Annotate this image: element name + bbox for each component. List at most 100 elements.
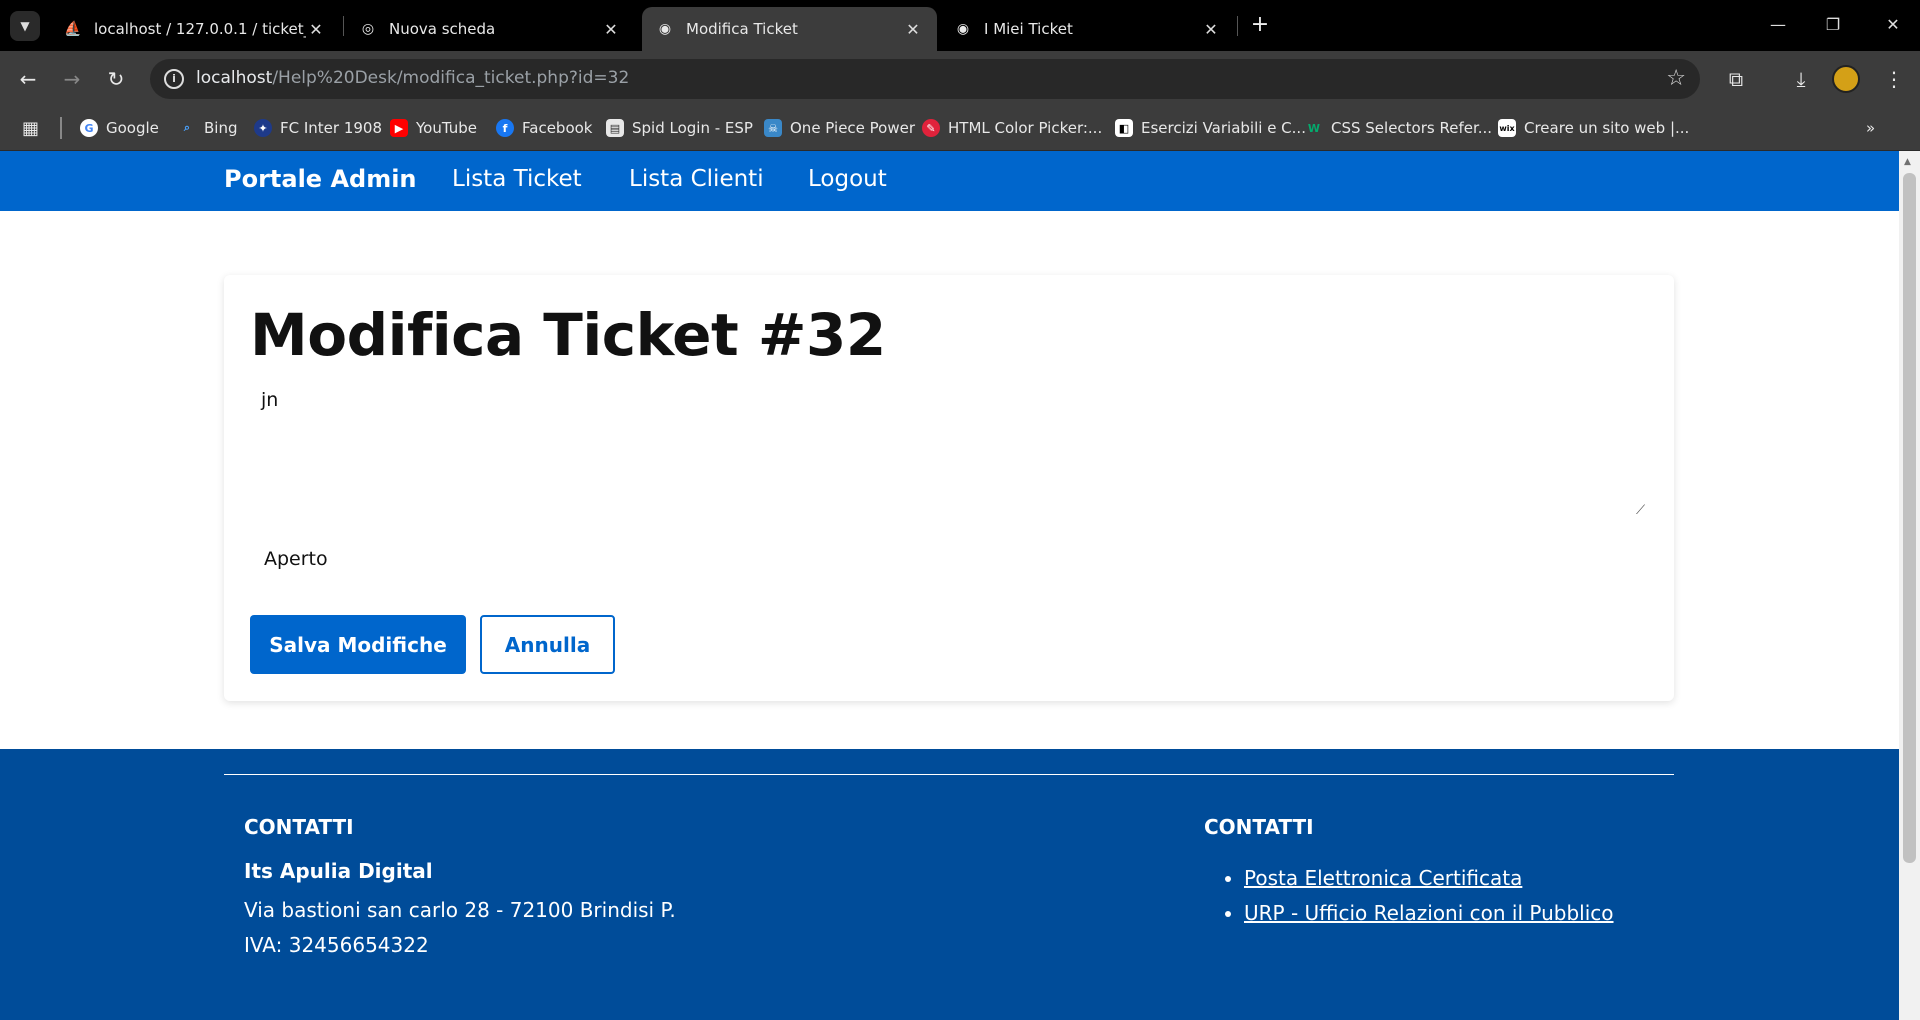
tab-divider xyxy=(1237,16,1238,36)
forward-button[interactable]: → xyxy=(56,63,88,95)
more-bookmarks-button[interactable]: » xyxy=(1866,117,1875,139)
facebook-icon: f xyxy=(496,119,514,137)
footer-org-name: Its Apulia Digital xyxy=(244,859,433,883)
site-navbar: Portale Admin Lista Ticket Lista Clienti… xyxy=(0,151,1899,211)
list-item: URP - Ufficio Relazioni con il Pubblico xyxy=(1244,896,1614,931)
apps-grid-icon: ▦ xyxy=(22,117,40,139)
resize-grip-icon[interactable]: ⟋ xyxy=(1636,503,1645,518)
downloads-button[interactable]: ⤓ xyxy=(1785,63,1817,95)
scrollbar-thumb[interactable] xyxy=(1903,173,1916,863)
url-host: localhost xyxy=(196,68,273,88)
nav-lista-clienti[interactable]: Lista Clienti xyxy=(629,166,764,192)
bookmark-facebook[interactable]: f Facebook xyxy=(496,117,592,139)
footer-divider xyxy=(224,774,1674,775)
bookmark-bing[interactable]: ⌕ Bing xyxy=(178,117,238,139)
close-tab-icon[interactable]: ✕ xyxy=(306,20,326,39)
puzzle-icon: ⧉ xyxy=(1728,67,1744,91)
brand-link[interactable]: Portale Admin xyxy=(224,165,417,193)
bookmark-inter[interactable]: ✦ FC Inter 1908 xyxy=(254,117,382,139)
address-bar[interactable]: i localhost/Help%20Desk/modifica_ticket.… xyxy=(150,59,1700,99)
bookmark-google[interactable]: G Google xyxy=(80,117,159,139)
restore-button[interactable]: ❐ xyxy=(1810,10,1856,40)
reload-button[interactable]: ↻ xyxy=(100,63,132,95)
bookmarks-bar: ▦ G Google ⌕ Bing ✦ FC Inter 1908 ▶ YouTube … xyxy=(0,105,1920,151)
apps-button[interactable]: ▦ xyxy=(22,117,39,139)
tab-miei-ticket[interactable]: ◉ I Miei Ticket ✕ xyxy=(940,7,1235,51)
footer-links-heading: CONTATTI xyxy=(1204,815,1314,839)
bookmark-youtube[interactable]: ▶ YouTube xyxy=(390,117,477,139)
bookmark-star-icon[interactable]: ☆ xyxy=(1666,66,1686,91)
minimize-icon: — xyxy=(1770,15,1786,34)
w3schools-icon: W xyxy=(1307,121,1321,135)
restore-icon: ❐ xyxy=(1825,15,1841,34)
bookmark-color-picker[interactable]: ✎ HTML Color Picker:... xyxy=(922,117,1102,139)
minimize-button[interactable]: — xyxy=(1755,10,1801,40)
save-button[interactable]: Salva Modifiche xyxy=(250,615,466,674)
close-window-button[interactable]: ✕ xyxy=(1870,10,1916,40)
arrow-right-icon: → xyxy=(63,67,81,91)
close-icon: ✕ xyxy=(1886,15,1900,34)
description-textarea[interactable]: jn xyxy=(249,385,1651,495)
pec-link[interactable]: Posta Elettronica Certificata xyxy=(1244,866,1522,890)
color-picker-icon: ✎ xyxy=(922,119,940,137)
bookmark-esercizi[interactable]: ◧ Esercizi Variabili e C... xyxy=(1115,117,1306,139)
page-scrollbar[interactable]: ▲ xyxy=(1899,151,1920,1020)
page-content: Portale Admin Lista Ticket Lista Clienti… xyxy=(0,151,1899,1020)
tab-new-tab[interactable]: ◎ Nuova scheda ✕ xyxy=(345,7,635,51)
chevron-double-right-icon: » xyxy=(1866,119,1876,137)
chevron-down-icon: ▼ xyxy=(20,19,30,33)
urp-link[interactable]: URP - Ufficio Relazioni con il Pubblico xyxy=(1244,901,1614,925)
chrome-icon: ◎ xyxy=(361,21,375,37)
bookmark-divider xyxy=(60,117,62,139)
inter-icon: ✦ xyxy=(254,119,272,137)
site-info-icon[interactable]: i xyxy=(164,69,184,89)
menu-button[interactable]: ⋮ xyxy=(1878,63,1910,95)
tab-modifica-ticket[interactable]: ◉ Modifica Ticket ✕ xyxy=(642,7,937,51)
download-icon: ⤓ xyxy=(1796,67,1806,91)
new-tab-button[interactable]: + xyxy=(1245,11,1275,41)
url-path: /Help%20Desk/modifica_ticket.php?id=32 xyxy=(272,68,630,88)
close-tab-icon[interactable]: ✕ xyxy=(601,20,621,39)
edit-ticket-card: Modifica Ticket #32 jn ⟋ Aperto Salva Mo… xyxy=(224,275,1674,701)
tab-phpmyadmin[interactable]: ⛵ localhost / 127.0.0.1 / ticket_ma ✕ xyxy=(50,7,340,51)
reload-icon: ↻ xyxy=(107,67,125,91)
wix-icon: wix xyxy=(1498,119,1516,137)
onepiece-icon: ☠ xyxy=(764,119,782,137)
bing-icon: ⌕ xyxy=(183,121,191,134)
list-item: Posta Elettronica Certificata xyxy=(1244,861,1614,896)
profile-avatar[interactable] xyxy=(1832,65,1860,93)
bookmark-css-selectors[interactable]: W CSS Selectors Refer... xyxy=(1305,117,1492,139)
extensions-button[interactable]: ⧉ xyxy=(1720,63,1752,95)
bookmark-wix[interactable]: wix Creare un sito web |... xyxy=(1498,117,1689,139)
footer-links-list: Posta Elettronica Certificata URP - Uffi… xyxy=(1220,861,1614,931)
nav-logout[interactable]: Logout xyxy=(808,166,887,192)
exercise-icon: ◧ xyxy=(1115,119,1133,137)
document-icon: ▤ xyxy=(606,119,624,137)
plus-icon: + xyxy=(1250,12,1270,37)
footer-contacts-heading: CONTATTI xyxy=(244,815,354,839)
footer-address: Via bastioni san carlo 28 - 72100 Brindi… xyxy=(244,898,676,957)
bookmark-onepiece[interactable]: ☠ One Piece Power xyxy=(764,117,915,139)
close-tab-icon[interactable]: ✕ xyxy=(903,20,923,39)
close-tab-icon[interactable]: ✕ xyxy=(1201,20,1221,39)
kebab-menu-icon: ⋮ xyxy=(1884,67,1904,91)
scroll-up-icon[interactable]: ▲ xyxy=(1904,157,1911,167)
status-select[interactable]: Aperto xyxy=(264,548,328,570)
bookmark-spid[interactable]: ▤ Spid Login - ESP xyxy=(606,117,753,139)
url-text[interactable]: localhost/Help%20Desk/modifica_ticket.ph… xyxy=(196,68,629,88)
phpmyadmin-icon: ⛵ xyxy=(64,21,82,37)
globe-icon: ◉ xyxy=(956,21,970,37)
tab-divider xyxy=(343,16,344,36)
back-button[interactable]: ← xyxy=(12,63,44,95)
cancel-button[interactable]: Annulla xyxy=(480,615,615,674)
youtube-icon: ▶ xyxy=(390,119,408,137)
tab-search-button[interactable]: ▼ xyxy=(10,11,40,41)
tab-strip: ▼ ⛵ localhost / 127.0.0.1 / ticket_ma ✕ … xyxy=(0,0,1920,51)
google-icon: G xyxy=(80,119,98,137)
browser-toolbar: ← → ↻ i localhost/Help%20Desk/modifica_t… xyxy=(0,51,1920,105)
arrow-left-icon: ← xyxy=(19,67,37,91)
page-title: Modifica Ticket #32 xyxy=(250,301,886,369)
site-footer: CONTATTI Its Apulia Digital Via bastioni… xyxy=(0,749,1899,1020)
nav-lista-ticket[interactable]: Lista Ticket xyxy=(452,166,582,192)
globe-icon: ◉ xyxy=(658,21,672,37)
